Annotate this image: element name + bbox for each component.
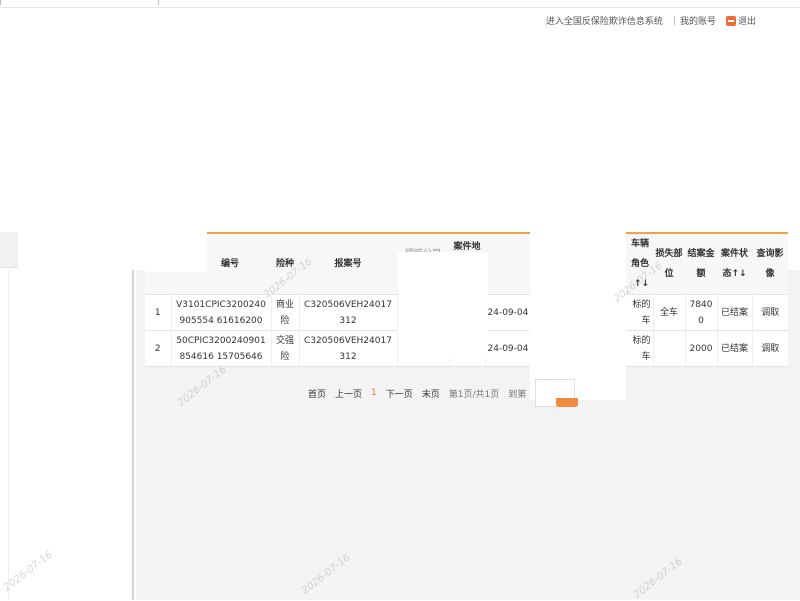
pagination-current-page[interactable]: 1 — [371, 388, 377, 398]
row-index: 1 — [145, 294, 171, 331]
pagination-prev[interactable]: 上一页 — [335, 387, 362, 400]
column-header-report-no: 报案号 — [299, 232, 397, 295]
row-view-images-link[interactable]: 调取 — [751, 330, 788, 367]
pagination-info: 第1页/共1页 — [448, 389, 500, 400]
column-header-insurance-type: 险种 — [271, 232, 299, 295]
column-header-vehicle-role[interactable]: 车辆角色↑↓ — [625, 232, 653, 295]
logout-icon — [725, 15, 736, 26]
row-view-images-link[interactable]: 调取 — [751, 294, 788, 331]
top-bar — [0, 0, 800, 8]
row-vehicle-role: 标的车 — [624, 294, 653, 331]
row-insurance-type: 商业险 — [270, 294, 299, 331]
row-loss-part: 全车 — [652, 294, 685, 331]
logout-button[interactable]: 退出 — [725, 14, 756, 27]
row-number: V3101CPIC3200240905554 61616200 — [170, 294, 271, 331]
my-account-link[interactable]: 我的账号 — [680, 14, 716, 27]
column-header-amount: 结案金额 — [685, 232, 717, 295]
pagination-first[interactable]: 首页 — [308, 387, 326, 400]
column-header-loss-part: 损失部位 — [653, 232, 685, 295]
national-system-link[interactable]: 进入全国反保险欺诈信息系统 — [546, 14, 663, 27]
logout-label: 退出 — [737, 17, 756, 27]
left-panel-divider — [8, 270, 9, 600]
pagination-next[interactable]: 下一页 — [386, 387, 413, 400]
header-links: 进入全国反保险欺诈信息系统 | 我的账号 退出 — [546, 14, 756, 27]
column-header-case-status[interactable]: 案件状态↑↓ — [717, 232, 752, 295]
pagination: 首页 上一页 1 下一页 末页 第1页/共1页 到第 — [308, 378, 576, 408]
left-nav-tab — [0, 232, 18, 268]
row-status: 已结案 — [716, 294, 752, 331]
column-header-view-images: 查询影像 — [752, 232, 788, 295]
pagination-last[interactable]: 末页 — [422, 387, 440, 400]
redaction-mask — [530, 232, 626, 400]
row-report-no: C320506VEH24017312 — [298, 294, 397, 331]
row-report-no: C320506VEH24017312 — [298, 330, 397, 367]
row-amount: 2000 — [684, 330, 717, 367]
row-number: 50CPIC3200240901854616 15705646 — [170, 330, 271, 367]
left-panel — [0, 270, 134, 600]
redaction-mask — [145, 232, 207, 272]
pagination-goto-label: 到第 — [508, 389, 527, 400]
row-status: 已结案 — [716, 330, 752, 367]
row-amount: 78400 — [684, 294, 717, 331]
row-vehicle-role: 标的车 — [624, 330, 653, 367]
top-bar-tick — [158, 0, 159, 5]
top-bar-tick — [0, 0, 1, 5]
pagination-go-button[interactable] — [556, 398, 578, 407]
row-insurance-type: 交强险 — [270, 330, 299, 367]
redaction-mask — [398, 252, 488, 358]
row-loss-part — [652, 330, 685, 367]
header-separator: | — [672, 15, 676, 26]
row-index: 2 — [145, 330, 171, 367]
